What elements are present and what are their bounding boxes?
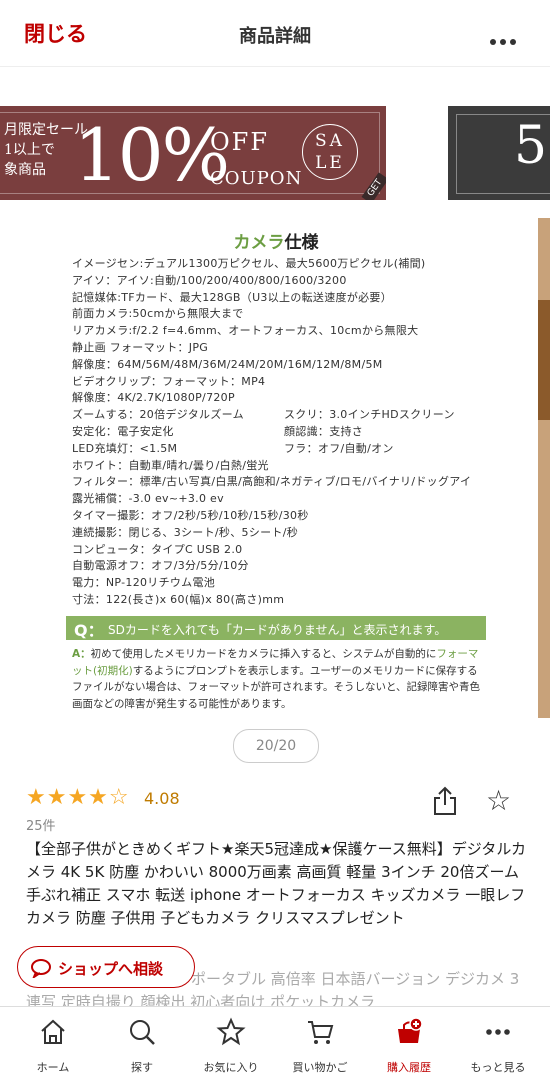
share-icon[interactable] xyxy=(432,786,458,816)
spec-line: 電力：NP-120リチウム電池 xyxy=(72,576,216,590)
chat-icon xyxy=(30,958,52,982)
spec-title-accent: カメラ xyxy=(233,233,285,253)
spec-cell: ズームする：20倍デジタルズーム xyxy=(72,408,244,422)
answer-label: A： xyxy=(72,648,91,660)
spec-line: 解像度：64M/56M/48M/36M/24M/20M/16M/12M/8M/5… xyxy=(72,357,383,371)
question-text: SDカードを入れても「カードがありません」と表示されます。 xyxy=(108,623,447,637)
page-title: 商品詳細 xyxy=(239,26,311,47)
nav-label: 購入履歴 xyxy=(387,1061,431,1074)
spec-cell: 顔認識：支持さ xyxy=(284,424,364,438)
spec-list: イメージセン:デュアル1300万ピクセル、最大5600万ピクセル(補間) アイソ：… xyxy=(72,256,492,609)
discount-percent: 10% xyxy=(74,113,230,197)
sale-badge: SA LE xyxy=(302,124,358,180)
spec-line: 静止画 フォーマット：JPG xyxy=(72,340,209,354)
sale-text: SA LE xyxy=(315,131,345,173)
spec-cell: フラ：オフ/自動/オン xyxy=(284,441,394,455)
nav-more[interactable]: もっと見る xyxy=(452,1007,544,1081)
nav-cart[interactable]: 買い物かご xyxy=(274,1007,366,1081)
coupon-banner[interactable]: 月限定セール 1以上で 象商品 10% OFF COUPON SA LE GET xyxy=(0,106,386,200)
off-label: OFF xyxy=(210,128,269,156)
answer-text: するようにプロンプトを表示します。ユーザーのメモリカードに保存するファイルがない… xyxy=(72,664,481,710)
nav-home[interactable]: ホーム xyxy=(7,1007,99,1081)
spec-line: リアカメラ:f/2.2 f=4.6mm、オートフォーカス、10cmから無限大 xyxy=(72,324,419,338)
more-menu-icon[interactable] xyxy=(486,30,516,49)
spec-line: 前面カメラ:50cmから無限大まで xyxy=(72,307,244,321)
coupon-label: COUPON xyxy=(210,168,303,189)
spec-line: イメージセン:デュアル1300万ピクセル、最大5600万ピクセル(補間) xyxy=(72,257,426,270)
next-image-peek xyxy=(538,218,550,718)
review-count[interactable]: 25件 xyxy=(26,815,56,834)
shop-consult-label: ショップへ相談 xyxy=(58,960,164,978)
spec-line: タイマー撮影：オフ/2秒/5秒/10秒/15秒/30秒 xyxy=(72,508,309,522)
spec-line-pair: LED充填灯：<1.5M フラ：オフ/自動/オン xyxy=(72,441,492,458)
nav-label: もっと見る xyxy=(470,1061,526,1074)
faq-question-bar: Q： SDカードを入れても「カードがありません」と表示されます。 xyxy=(66,616,486,640)
more-icon xyxy=(486,1029,510,1035)
spec-title-rest: 仕様 xyxy=(284,233,319,253)
spec-cell: スクリ：3.0インチHDスクリーン xyxy=(284,408,455,422)
spec-line-pair: 安定化：電子安定化 顔認識：支持さ xyxy=(72,424,492,441)
spec-cell: LED充填灯：<1.5M xyxy=(72,441,178,455)
nav-label: 探す xyxy=(131,1061,153,1074)
image-page-indicator: 20/20 xyxy=(233,729,319,763)
faq-answer: A：初めて使用したメモリカードをカメラに挿入すると、システムが自動的にフォーマッ… xyxy=(72,646,482,712)
nav-label: 買い物かご xyxy=(292,1061,348,1074)
spec-line: ホワイト：自動車/晴れ/曇り/白熱/蛍光 xyxy=(72,458,269,472)
bottom-nav: ホーム 探す お気に入り 買い物かご 購入履歴 もっと見る xyxy=(0,1006,550,1081)
nav-favorites[interactable]: お気に入り xyxy=(185,1007,277,1081)
spec-cell: 安定化：電子安定化 xyxy=(72,424,174,438)
question-label: Q： xyxy=(74,621,104,640)
next-banner[interactable]: 5 xyxy=(448,106,550,200)
spec-line: 自動電源オフ：オフ/3分/5分/10分 xyxy=(72,559,249,573)
spec-line: アイソ：アイソ:自動/100/200/400/800/1600/3200 xyxy=(72,273,347,287)
spec-line: 露光補償：-3.0 ev~+3.0 ev xyxy=(72,492,224,506)
spec-line: 連続撮影：閉じる、3シート/秒、5シート/秒 xyxy=(72,525,299,539)
spec-line: 解像度：4K/2.7K/1080P/720P xyxy=(72,391,235,405)
spec-line: 寸法：122(長さ)x 60(幅)x 80(高さ)mm xyxy=(72,592,285,606)
spec-line: ビデオクリップ：フォーマット：MP4 xyxy=(72,374,266,388)
nav-purchase-history[interactable]: 購入履歴 xyxy=(363,1007,455,1081)
spec-line: フィルター：標準/古い写真/白黒/高飽和/ネガティブ/ロモ/バイナリ/ドッグアイ xyxy=(72,475,472,489)
nav-label: お気に入り xyxy=(203,1061,259,1074)
favorite-star-icon[interactable]: ☆ xyxy=(486,784,511,817)
answer-text: 初めて使用したメモリカードをカメラに挿入すると、システムが自動的に xyxy=(90,648,437,660)
spec-line: 記憶媒体:TFカード、最大128GB（U3以上の転送速度が必要） xyxy=(72,290,393,304)
spec-line-pair: ズームする：20倍デジタルズーム スクリ：3.0インチHDスクリーン xyxy=(72,407,492,424)
rating-value[interactable]: 4.08 xyxy=(144,789,180,808)
cart-icon xyxy=(308,1021,334,1044)
app-header: 閉じる 商品詳細 xyxy=(0,0,550,67)
search-icon xyxy=(130,1020,155,1045)
spec-line: コンピュータ：タイプC USB 2.0 xyxy=(72,542,243,556)
spec-title: カメラ仕様 xyxy=(64,228,488,253)
purchase-history-icon xyxy=(398,1017,423,1043)
next-image-peek-detail xyxy=(538,300,550,420)
nav-label: ホーム xyxy=(36,1061,70,1074)
nav-search[interactable]: 探す xyxy=(96,1007,188,1081)
star-icon xyxy=(216,1017,246,1046)
next-banner-digit: 5 xyxy=(514,116,548,176)
home-icon xyxy=(41,1019,65,1044)
shop-consult-button[interactable]: ショップへ相談 xyxy=(17,946,195,988)
product-title: 【全部子供がときめくギフト★楽天5冠達成★保護ケース無料】デジタルカメラ 4K … xyxy=(26,840,526,927)
rating-stars[interactable]: ★★★★☆ xyxy=(26,785,130,810)
